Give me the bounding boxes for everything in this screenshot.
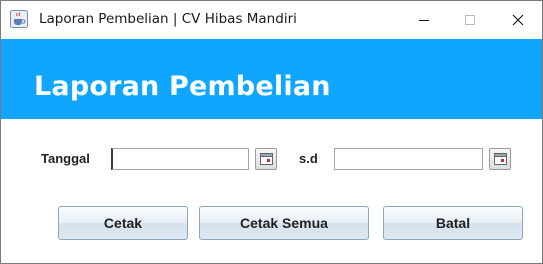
print-all-button[interactable]: Cetak Semua <box>199 206 369 240</box>
close-icon <box>512 14 524 26</box>
print-button[interactable]: Cetak <box>58 206 188 240</box>
minimize-button[interactable] <box>401 1 447 39</box>
date-from-label: Tanggal <box>41 151 90 166</box>
date-to-field[interactable] <box>334 148 483 170</box>
java-cup-icon <box>10 10 28 28</box>
report-window: Laporan Pembelian | CV Hibas Mandiri Lap… <box>0 0 543 264</box>
title-bar[interactable]: Laporan Pembelian | CV Hibas Mandiri <box>1 1 542 39</box>
date-from-calendar-button[interactable] <box>255 148 277 170</box>
close-button[interactable] <box>495 1 541 39</box>
calendar-icon <box>260 153 273 165</box>
cancel-button[interactable]: Batal <box>383 206 523 240</box>
window-title: Laporan Pembelian | CV Hibas Mandiri <box>39 11 297 27</box>
maximize-icon <box>465 15 475 25</box>
date-to-calendar-button[interactable] <box>489 148 511 170</box>
date-from-field[interactable] <box>111 148 249 170</box>
minimize-icon <box>419 20 429 21</box>
page-title: Laporan Pembelian <box>34 71 331 102</box>
date-to-label: s.d <box>299 151 318 166</box>
calendar-icon <box>494 153 507 165</box>
maximize-button[interactable] <box>447 1 493 39</box>
